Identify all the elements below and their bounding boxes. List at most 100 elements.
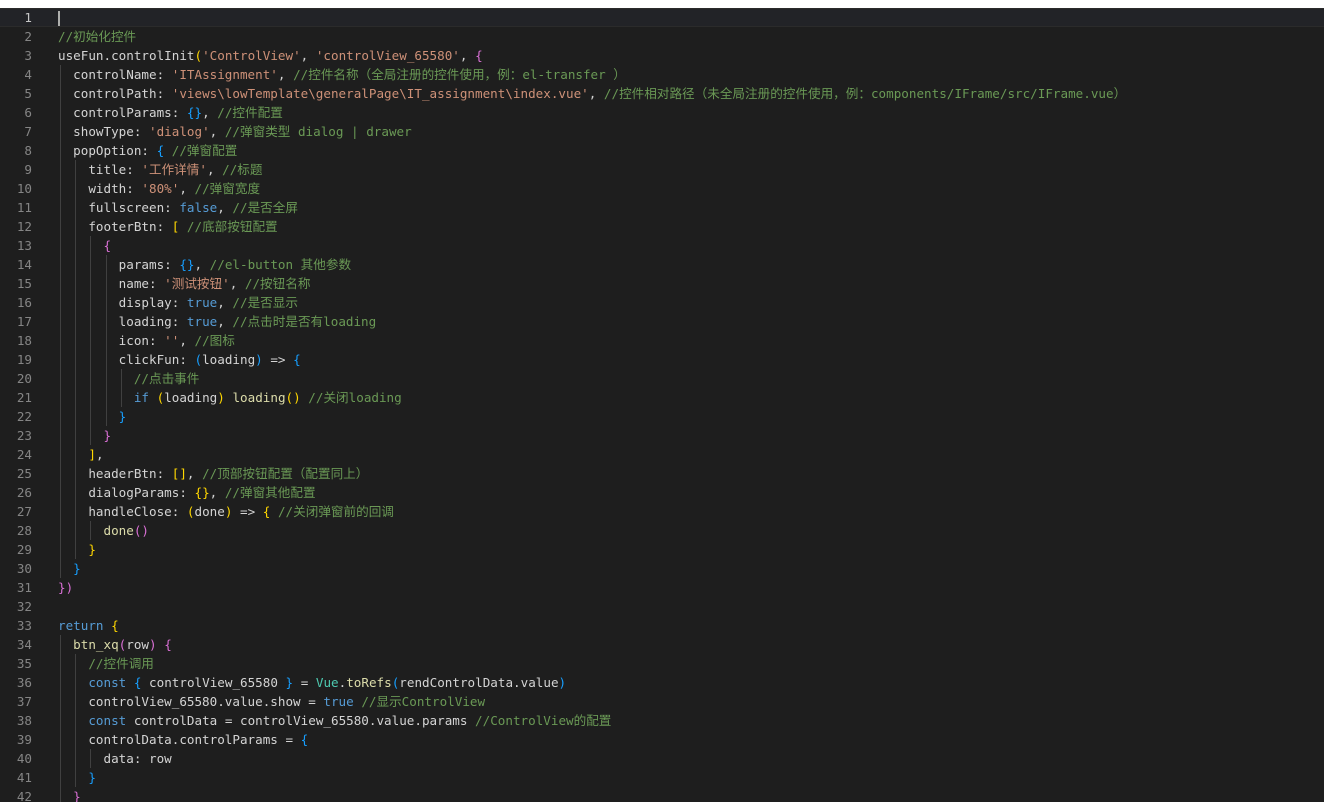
code-line-31[interactable]: 31}) (0, 578, 1324, 597)
line-code: //初始化控件 (58, 27, 136, 46)
code-token: done (194, 504, 225, 519)
code-line-2[interactable]: 2 //初始化控件 (0, 27, 1324, 46)
code-line-3[interactable]: 3 useFun.controlInit('ControlView', 'cont… (0, 46, 1324, 65)
code-line-23[interactable]: 23 } (0, 426, 1324, 445)
line-number: 14 (16, 257, 32, 272)
code-line-29[interactable]: 29 } (0, 540, 1324, 559)
code-token: , (95, 447, 104, 462)
code-token: //关闭弹窗前的回调 (277, 504, 394, 519)
code-token: ( (186, 504, 195, 519)
code-line-37[interactable]: 37 controlView_65580.value.show = true /… (0, 692, 1324, 711)
line-number: 25 (16, 466, 32, 481)
code-token: '工作详情' (141, 162, 207, 177)
code-token: //是否显示 (232, 295, 298, 310)
code-token: ) (255, 352, 263, 367)
code-line-13[interactable]: 13 { (0, 236, 1324, 255)
code-line-14[interactable]: 14 params: {}, //el-button 其他参数 (0, 255, 1324, 274)
code-line-41[interactable]: 41 } (0, 768, 1324, 787)
indent-guide (75, 426, 77, 445)
code-line-42[interactable]: 42 } (0, 787, 1324, 802)
line-code: } (58, 787, 81, 802)
code-line-15[interactable]: 15 name: '测试按钮', //按钮名称 (0, 274, 1324, 293)
line-number: 28 (16, 523, 32, 538)
code-line-40[interactable]: 40 data: row (0, 749, 1324, 768)
code-line-39[interactable]: 39 controlData.controlParams = { (0, 730, 1324, 749)
code-line-9[interactable]: 9 title: '工作详情', //标题 (0, 160, 1324, 179)
code-line-27[interactable]: 27 handleClose: (done) => { //关闭弹窗前的回调 (0, 502, 1324, 521)
code-line-18[interactable]: 18 icon: '', //图标 (0, 331, 1324, 350)
code-line-12[interactable]: 12 footerBtn: [ //底部按钮配置 (0, 217, 1324, 236)
code-line-36[interactable]: 36 const { controlView_65580 } = Vue.toR… (0, 673, 1324, 692)
line-number: 11 (16, 200, 32, 215)
code-line-28[interactable]: 28 done() (0, 521, 1324, 540)
code-token: //初始化控件 (58, 29, 137, 44)
code-token: icon: (58, 333, 165, 348)
indent-guide (60, 274, 61, 293)
code-line-30[interactable]: 30 } (0, 559, 1324, 578)
code-line-11[interactable]: 11 fullscreen: false, //是否全屏 (0, 198, 1324, 217)
code-token: controlData.controlParams = (58, 732, 301, 747)
code-line-6[interactable]: 6 controlParams: {}, //控件配置 (0, 103, 1324, 122)
code-line-25[interactable]: 25 headerBtn: [], //顶部按钮配置（配置同上） (0, 464, 1324, 483)
indent-guide (75, 217, 77, 236)
code-line-22[interactable]: 22 } (0, 407, 1324, 426)
code-editor[interactable]: 1 2//初始化控件 3 useFun.controlInit('ControlVie… (0, 8, 1324, 802)
code-token: , (459, 48, 476, 63)
code-line-1[interactable]: 1 (0, 8, 1324, 27)
line-code: controlData.controlParams = { (58, 730, 308, 749)
code-line-5[interactable]: 5 controlPath: 'views\lowTemplate\genera… (0, 84, 1324, 103)
code-token: , (217, 295, 233, 310)
code-line-32[interactable]: 32 (0, 597, 1324, 616)
code-token: } (73, 789, 81, 802)
indent-guide (60, 141, 61, 160)
code-line-20[interactable]: 20 //点击事件 (0, 369, 1324, 388)
code-token: handleClose: (58, 504, 187, 519)
code-token: //弹窗类型 dialog | drawer (224, 124, 412, 139)
code-token: , (588, 86, 604, 101)
code-line-10[interactable]: 10 width: '80%', //弹窗宽度 (0, 179, 1324, 198)
code-line-19[interactable]: 19 clickFun: (loading) => { (0, 350, 1324, 369)
line-number: 4 (24, 67, 32, 82)
code-token: //点击时是否有loading (232, 314, 377, 329)
code-token: //控件名称（全局注册的控件使用，例：el-transfer ） (293, 67, 626, 82)
code-line-8[interactable]: 8 popOption: { //弹窗配置 (0, 141, 1324, 160)
code-token: , (209, 124, 225, 139)
code-line-17[interactable]: 17 loading: true, //点击时是否有loading (0, 312, 1324, 331)
indent-guide (90, 388, 92, 407)
code-token: , (194, 257, 210, 272)
code-line-24[interactable]: 24 ], (0, 445, 1324, 464)
code-token: true (186, 295, 218, 310)
code-token: }) (58, 580, 74, 595)
code-token: return (58, 618, 104, 633)
code-line-21[interactable]: 21 if (loading) loading() //关闭loading (0, 388, 1324, 407)
code-line-16[interactable]: 16 display: true, //是否显示 (0, 293, 1324, 312)
line-code: } (58, 426, 112, 445)
line-number: 1 (24, 10, 32, 25)
indent-guide (60, 464, 61, 483)
indent-guide (75, 749, 77, 768)
code-line-33[interactable]: 33 return { (0, 616, 1324, 635)
line-code: }) (58, 578, 73, 597)
indent-guide (90, 255, 92, 274)
code-line-7[interactable]: 7 showType: 'dialog', //弹窗类型 dialog | dr… (0, 122, 1324, 141)
code-line-4[interactable]: 4 controlName: 'ITAssignment', //控件名称（全局… (0, 65, 1324, 84)
line-code: title: '工作详情', //标题 (58, 160, 262, 179)
code-token: //按钮名称 (244, 276, 311, 291)
indent-guide (75, 521, 77, 540)
code-line-38[interactable]: 38 const controlData = controlView_65580… (0, 711, 1324, 730)
code-token: loading (202, 352, 256, 367)
code-token: title: (58, 162, 142, 177)
indent-guide (90, 236, 92, 255)
indent-guide (60, 103, 61, 122)
code-token: //图标 (194, 333, 235, 348)
indent-guide (90, 312, 92, 331)
code-line-34[interactable]: 34 btn_xq(row) { (0, 635, 1324, 654)
code-token: { (111, 618, 119, 633)
code-line-26[interactable]: 26 dialogParams: {}, //弹窗其他配置 (0, 483, 1324, 502)
line-number: 34 (16, 637, 32, 652)
code-line-35[interactable]: 35 //控件调用 (0, 654, 1324, 673)
indent-guide (60, 331, 61, 350)
